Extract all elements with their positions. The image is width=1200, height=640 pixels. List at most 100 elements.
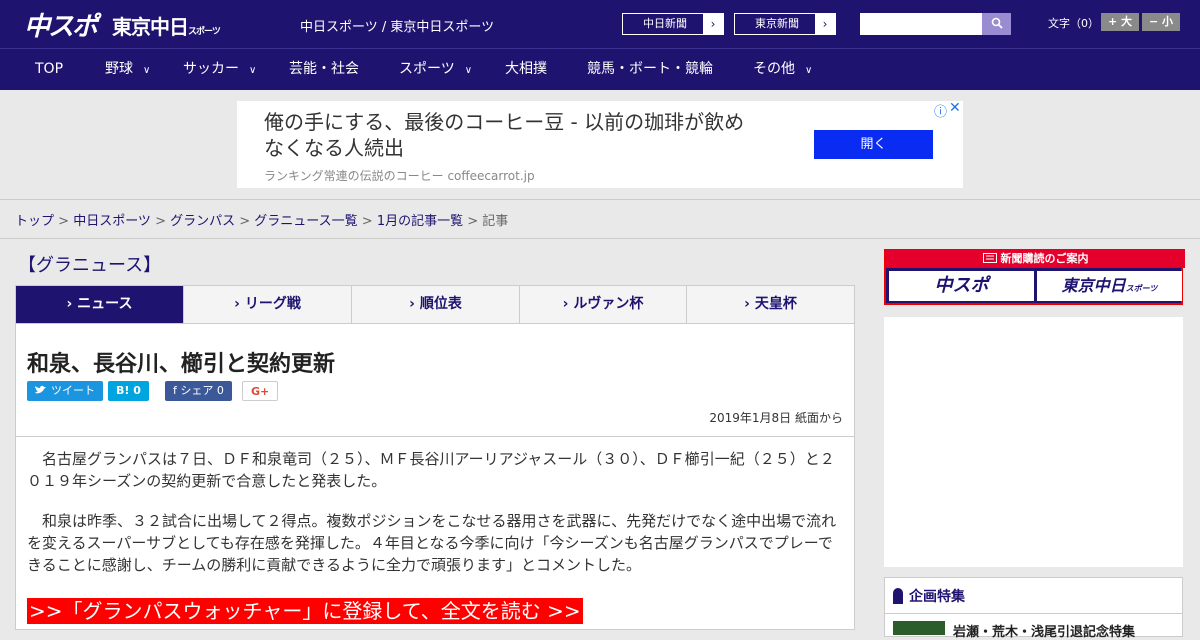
tab-prefix-icon: › [744,296,755,312]
nav-item-label: 大相撲 [505,61,547,77]
feature-section: 企画特集 岩瀬・荒木・浅尾引退記念特集 [884,577,1183,640]
subscription-banner[interactable]: 新聞購読のご案内 中スポ 東京中日スポーツ [884,249,1185,305]
nav-item-sports[interactable]: スポーツ ∨ [399,49,472,91]
tab-prefix-icon: › [562,296,574,312]
google-plus-button[interactable]: G+ [242,381,279,401]
close-icon[interactable]: ✕ [949,100,961,116]
tokyo-chunichi-text: 東京中日 [1061,276,1126,295]
nav-item-top[interactable]: TOP [35,49,63,91]
article-date: 2019年1月8日 紙面から [709,411,843,425]
tab-label: リーグ戦 [244,296,301,312]
chevron-down-icon: ∨ [805,65,813,76]
breadcrumb-separator: > [235,214,255,229]
nav-item-sumo[interactable]: 大相撲 [505,49,547,91]
tab-label: 順位表 [419,296,462,312]
article: 和泉、長谷川、櫛引と契約更新 ツイート B! 0 f シェア 0 G+ 2019… [15,324,855,630]
ad-headline[interactable]: 俺の手にする、最後のコーヒー豆 - 以前の珈琲が飲めなくなる人続出 [264,109,764,161]
nav-item-entertainment[interactable]: 芸能・社会 [289,49,359,91]
breadcrumb-gra-news-list[interactable]: グラニュース一覧 [254,214,357,229]
search-icon [991,17,1003,29]
hatena-bookmark-button[interactable]: B! 0 [108,381,149,401]
nav-item-label: サッカー [183,61,239,77]
font-smaller-button[interactable]: − 小 [1142,13,1180,31]
tweet-label: ツイート [51,384,95,397]
tab-prefix-icon: › [409,296,420,312]
tokyo-shimbun-button[interactable]: 東京新聞 › [734,13,836,35]
tokyo-chunichi-logo[interactable]: 東京中日スポーツ [112,11,221,40]
tokyo-shimbun-label: 東京新聞 [755,17,799,30]
search-input[interactable] [860,13,982,35]
breadcrumb-chunichi-sports[interactable]: 中日スポーツ [73,214,151,229]
feature-thumbnail[interactable] [893,621,945,635]
chuspo-logo[interactable]: 中スポ [24,6,98,43]
newspaper-icon [982,253,997,263]
main-nav: TOP 野球 ∨ サッカー ∨ 芸能・社会 スポーツ ∨ 大相撲 競馬・ボート・競輪 … [0,48,1200,90]
breadcrumb-grampus[interactable]: グランパス [170,214,235,229]
chevron-down-icon: ∨ [143,65,151,76]
read-full-article-link[interactable]: >>「グランパスウォッチャー」に登録して、全文を読む >> [27,598,583,624]
subscription-text: 新聞購読のご案内 [1000,252,1089,265]
breadcrumb: トップ > 中日スポーツ > グランパス > グラニュース一覧 > 1月の記事一… [0,199,1200,239]
tab-levain-cup[interactable]: › ルヴァン杯 [520,286,687,323]
tweet-button[interactable]: ツイート [27,381,103,401]
tokyo-logo-text: 東京中日 [112,15,189,39]
main-content: 【グラニュース】 › ニュース › リーグ戦 › 順位表 › ルヴァン杯 › 天… [0,239,870,630]
article-divider [16,436,854,437]
section-title: 【グラニュース】 [18,255,162,276]
ad-open-button[interactable]: 開く [814,130,933,159]
nav-item-other[interactable]: その他 ∨ [753,49,812,91]
article-paragraph: 和泉は昨季、３２試合に出場して２得点。複数ポジションをこなせる器用さを武器に、先… [27,512,837,574]
tokyo-chunichi-subscribe-logo[interactable]: 東京中日スポーツ [1037,271,1182,301]
breadcrumb-separator: > [150,214,171,229]
feature-title: 企画特集 [893,586,965,606]
arrow-right-icon: › [703,14,723,34]
tab-label: 天皇杯 [754,296,797,312]
nav-item-label: 芸能・社会 [289,61,359,77]
tab-label: ニュース [77,296,133,312]
facebook-share-button[interactable]: f シェア 0 [165,381,232,401]
nav-item-soccer[interactable]: サッカー ∨ [183,49,256,91]
sidebar-ad-slot [884,317,1183,567]
nav-item-label: スポーツ [399,61,455,77]
nav-item-racing[interactable]: 競馬・ボート・競輪 [587,49,713,91]
breadcrumb-top[interactable]: トップ [15,214,54,229]
chunichi-shimbun-button[interactable]: 中日新聞 › [622,13,724,35]
font-size-label: 文字（0） [1048,17,1099,30]
breadcrumb-january-list[interactable]: 1月の記事一覧 [377,214,463,229]
tab-news[interactable]: › ニュース [16,286,184,323]
feature-title-text: 企画特集 [909,589,965,605]
chuspo-subscribe-logo[interactable]: 中スポ [889,271,1034,301]
tab-prefix-icon: › [234,296,245,312]
breadcrumb-current: 記事 [482,214,509,229]
site-links[interactable]: 中日スポーツ / 東京中日スポーツ [300,16,494,35]
feature-item[interactable]: 岩瀬・荒木・浅尾引退記念特集 [953,621,1135,640]
nav-item-label: TOP [35,61,64,77]
tab-prefix-icon: › [66,296,78,312]
tokyo-chunichi-small: スポーツ [1125,284,1158,293]
ad-banner[interactable]: 俺の手にする、最後のコーヒー豆 - 以前の珈琲が飲めなくなる人続出 ランキング常… [237,100,963,188]
tab-emperors-cup[interactable]: › 天皇杯 [687,286,854,323]
tab-league[interactable]: › リーグ戦 [184,286,352,323]
font-larger-button[interactable]: + 大 [1101,13,1139,31]
tab-standings[interactable]: › 順位表 [352,286,520,323]
feature-divider [885,613,1182,614]
chevron-down-icon: ∨ [464,65,473,76]
section-tabs: › ニュース › リーグ戦 › 順位表 › ルヴァン杯 › 天皇杯 [15,285,855,324]
ad-subtext: ランキング常連の伝説のコーヒー coffeecarrot.jp [264,169,535,183]
chevron-down-icon: ∨ [249,65,257,76]
tab-label: ルヴァン杯 [573,296,644,312]
search-button[interactable] [982,13,1011,35]
top-header: 中スポ 東京中日スポーツ 中日スポーツ / 東京中日スポーツ 中日新聞 › 東京新… [0,0,1200,48]
subscription-label: 新聞購読のご案内 [886,249,1185,268]
breadcrumb-separator: > [54,214,74,229]
tokyo-logo-small: スポーツ [188,27,221,37]
info-icon[interactable]: ⓘ [934,101,947,120]
article-paragraph: 名古屋グランパスは７日、ＤＦ和泉竜司（２５）、ＭＦ長谷川アーリアジャスール（３０… [27,450,835,490]
ribbon-icon [893,588,903,604]
arrow-right-icon: › [815,14,835,34]
breadcrumb-separator: > [357,214,377,229]
twitter-icon [35,385,46,394]
nav-item-label: 野球 [105,61,133,77]
article-title: 和泉、長谷川、櫛引と契約更新 [27,352,336,377]
nav-item-baseball[interactable]: 野球 ∨ [105,49,150,91]
